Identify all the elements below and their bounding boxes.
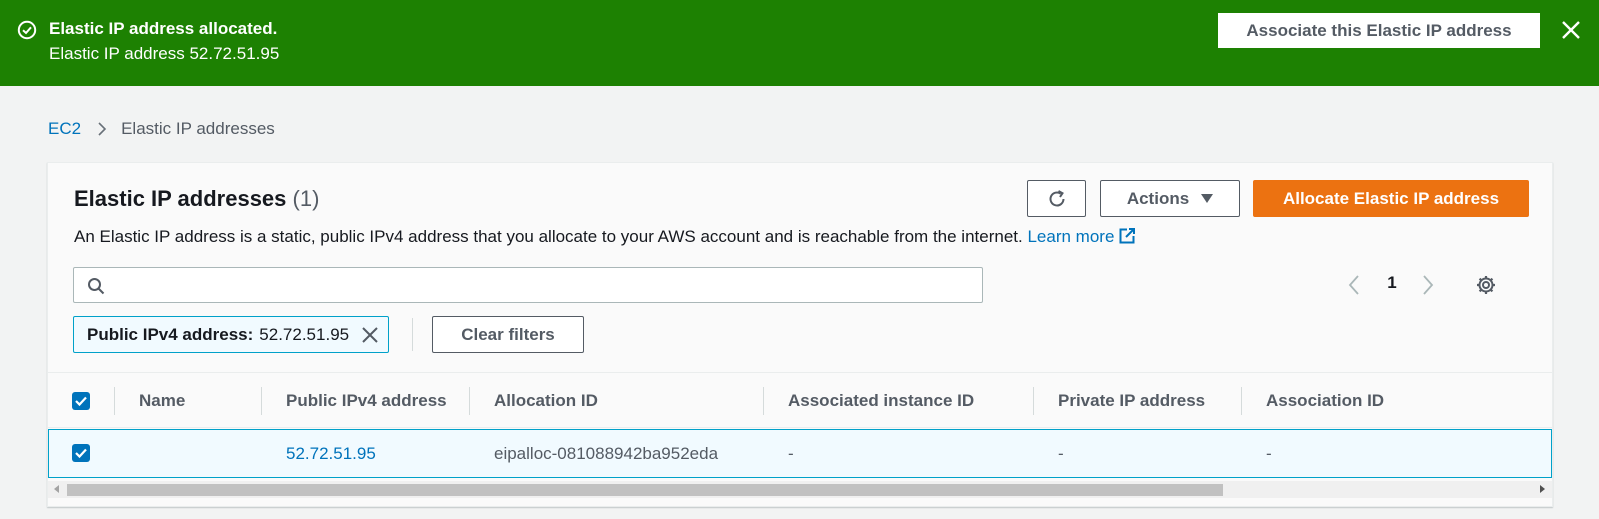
column-header-allocation-id[interactable]: Allocation ID [494, 373, 598, 429]
column-header-association-id[interactable]: Association ID [1266, 373, 1384, 429]
eip-table-container: Elastic IP addresses (1) Actions Allocat… [47, 162, 1553, 507]
clear-filters-button[interactable]: Clear filters [432, 316, 584, 353]
item-count: (1) [292, 186, 320, 211]
cell-private-ip: - [1058, 443, 1064, 463]
check-icon [75, 396, 87, 407]
scroll-left-arrow[interactable] [54, 485, 59, 493]
column-divider [261, 387, 262, 415]
cell-public-ipv4-link[interactable]: 52.72.51.95 [286, 430, 376, 477]
filter-key: Public IPv4 address: [87, 324, 254, 344]
divider [412, 318, 413, 351]
cell-allocation-id: eipalloc-081088942ba952eda [494, 443, 719, 463]
row-checkbox[interactable] [72, 444, 90, 462]
horizontal-scrollbar[interactable] [48, 481, 1552, 498]
search-input[interactable] [114, 268, 974, 302]
column-divider [1033, 387, 1034, 415]
chevron-right-icon [98, 122, 107, 136]
close-icon[interactable] [361, 326, 379, 344]
column-header-name[interactable]: Name [139, 373, 185, 429]
page-title-text: Elastic IP addresses [74, 186, 287, 211]
scrollbar-thumb[interactable] [67, 484, 1223, 496]
current-page-number[interactable]: 1 [1377, 273, 1407, 293]
check-circle-icon [17, 20, 37, 40]
column-divider [763, 387, 764, 415]
learn-more-link[interactable]: Learn more [1027, 227, 1114, 246]
chevron-left-icon[interactable] [1348, 274, 1360, 296]
cell-associated-instance-id: - [788, 443, 794, 463]
column-divider [1241, 387, 1242, 415]
allocate-eip-button[interactable]: Allocate Elastic IP address [1253, 180, 1529, 217]
select-all-checkbox[interactable] [72, 392, 90, 410]
column-header-private-ip[interactable]: Private IP address [1058, 373, 1205, 429]
flash-subtitle: Elastic IP address 52.72.51.95 [49, 44, 280, 63]
caret-down-icon [1201, 193, 1214, 203]
search-field[interactable] [73, 267, 983, 303]
column-divider [469, 387, 470, 415]
chevron-right-icon[interactable] [1422, 274, 1434, 296]
page-title: Elastic IP addresses (1) [74, 186, 319, 212]
refresh-button[interactable] [1027, 180, 1086, 217]
refresh-icon [1049, 189, 1064, 206]
description-text: An Elastic IP address is a static, publi… [74, 227, 1023, 246]
page-description: An Elastic IP address is a static, publi… [74, 227, 1136, 247]
column-header-public-ipv4[interactable]: Public IPv4 address [286, 373, 447, 429]
breadcrumb-current: Elastic IP addresses [121, 119, 275, 138]
breadcrumb-ec2-link[interactable]: EC2 [48, 119, 81, 139]
table-row[interactable]: 52.72.51.95 eipalloc-081088942ba952eda -… [48, 429, 1552, 478]
success-flash-banner: Elastic IP address allocated. Elastic IP… [0, 0, 1599, 86]
actions-label: Actions [1126, 188, 1190, 208]
associate-eip-button[interactable]: Associate this Elastic IP address [1218, 13, 1540, 48]
filter-token: Public IPv4 address: 52.72.51.95 [73, 316, 389, 353]
breadcrumb: EC2 Elastic IP addresses [48, 119, 275, 139]
filter-value: 52.72.51.95 [259, 324, 350, 344]
column-divider [114, 387, 115, 415]
gear-icon[interactable] [1475, 274, 1497, 296]
column-header-associated-instance-id[interactable]: Associated instance ID [788, 373, 974, 429]
flash-title: Elastic IP address allocated. [49, 19, 278, 38]
external-link-icon[interactable] [1118, 227, 1136, 245]
scroll-right-arrow[interactable] [1540, 485, 1545, 493]
actions-dropdown[interactable]: Actions [1100, 180, 1240, 217]
close-icon[interactable] [1559, 18, 1583, 42]
search-icon [88, 278, 105, 295]
table-header: Name Public IPv4 address Allocation ID A… [48, 372, 1552, 428]
check-icon [75, 448, 87, 459]
cell-association-id: - [1266, 443, 1272, 463]
